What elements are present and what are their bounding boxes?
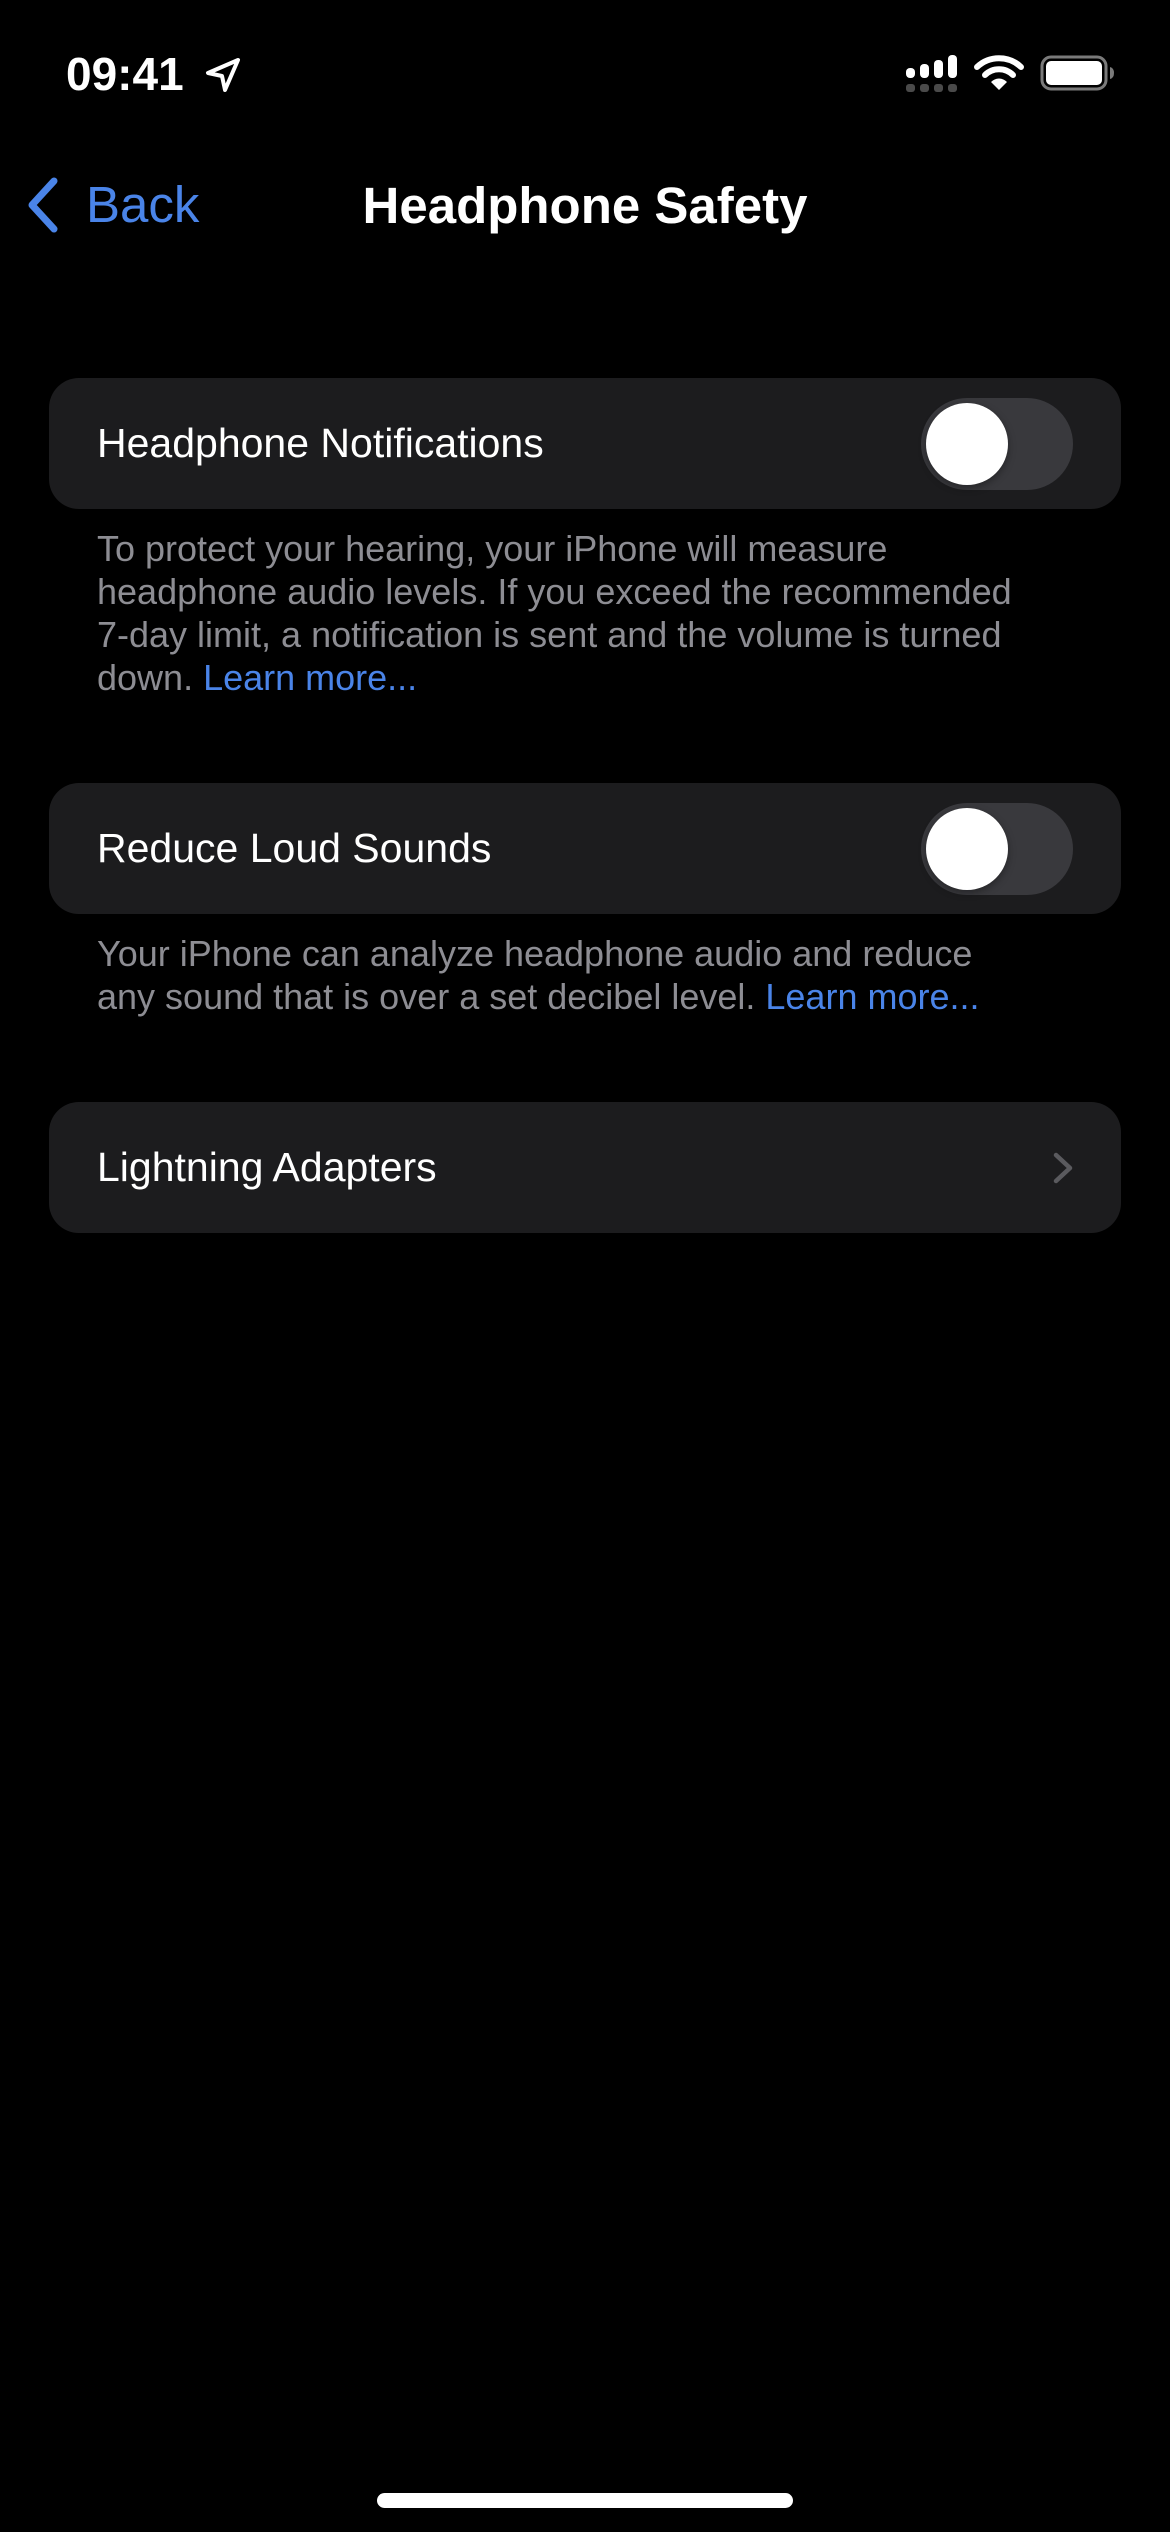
home-indicator[interactable] <box>377 2493 793 2508</box>
toggle-knob <box>926 808 1008 890</box>
footer-text: down. <box>97 657 204 698</box>
footer-line: To protect your hearing, your iPhone wil… <box>97 528 888 569</box>
back-button[interactable]: Back <box>20 170 199 240</box>
cellular-signal-icon <box>906 55 957 92</box>
reduce-loud-sounds-footer: Your iPhone can analyze headphone audio … <box>97 932 1097 1018</box>
footer-line: headphone audio levels. If you exceed th… <box>97 571 1012 612</box>
footer-text: any sound that is over a set decibel lev… <box>97 976 766 1017</box>
reduce-loud-sounds-label: Reduce Loud Sounds <box>97 825 492 871</box>
status-bar: 09:41 <box>0 0 1170 140</box>
chevron-right-icon <box>1053 1152 1073 1184</box>
toggle-knob <box>926 403 1008 485</box>
learn-more-link[interactable]: Learn more... <box>765 976 979 1017</box>
back-button-label: Back <box>86 176 200 233</box>
headphone-notifications-cell: Headphone Notifications <box>49 378 1121 509</box>
lightning-adapters-label: Lightning Adapters <box>97 1144 437 1190</box>
headphone-notifications-toggle[interactable] <box>921 398 1073 490</box>
chevron-left-icon <box>28 177 58 233</box>
status-time: 09:41 <box>66 48 184 100</box>
learn-more-link[interactable]: Learn more... <box>203 657 417 698</box>
reduce-loud-sounds-cell: Reduce Loud Sounds <box>49 783 1121 914</box>
headphone-notifications-footer: To protect your hearing, your iPhone wil… <box>97 527 1097 699</box>
lightning-adapters-cell[interactable]: Lightning Adapters <box>49 1102 1121 1233</box>
navigation-bar: Headphone Safety Back <box>0 150 1170 260</box>
wifi-icon <box>974 55 1024 90</box>
location-arrow-icon <box>206 58 240 92</box>
footer-line: Your iPhone can analyze headphone audio … <box>97 933 973 974</box>
footer-line: 7-day limit, a notification is sent and … <box>97 614 1002 655</box>
headphone-notifications-label: Headphone Notifications <box>97 420 544 466</box>
reduce-loud-sounds-toggle[interactable] <box>921 803 1073 895</box>
footer-line: down. Learn more... <box>97 656 1097 699</box>
battery-icon <box>1040 55 1114 91</box>
footer-line: any sound that is over a set decibel lev… <box>97 975 1097 1018</box>
